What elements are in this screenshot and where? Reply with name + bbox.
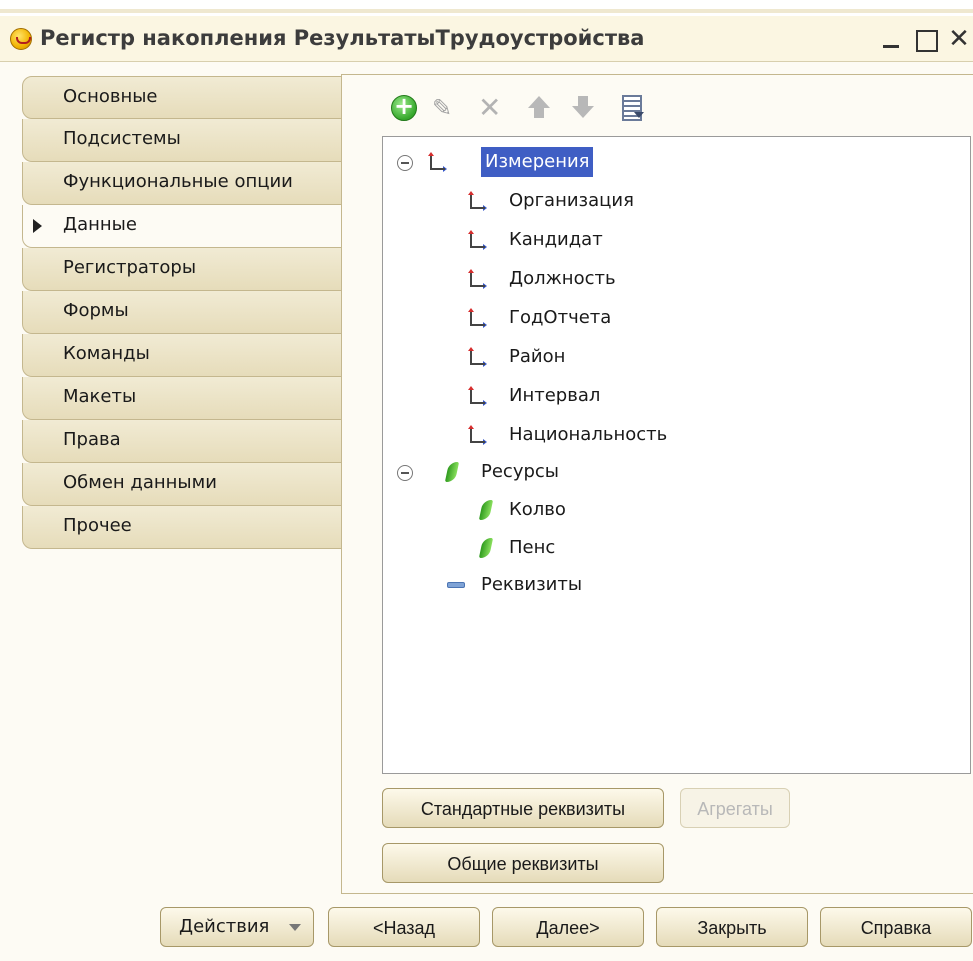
tab-label: Макеты (63, 386, 137, 407)
tab-templates[interactable]: Макеты (22, 377, 342, 420)
tab-label: Регистраторы (63, 257, 197, 278)
tab-data-exchange[interactable]: Обмен данными (22, 463, 342, 506)
dimension-icon (427, 152, 447, 172)
section-tabs: Основные Подсистемы Функциональные опции… (22, 76, 342, 549)
tab-label: Обмен данными (63, 472, 217, 493)
tree-group-label[interactable]: Реквизиты (481, 570, 582, 600)
maximize-button[interactable] (910, 22, 940, 56)
resource-icon (478, 538, 494, 558)
tab-subsystems[interactable]: Подсистемы (22, 119, 342, 162)
tab-functional-options[interactable]: Функциональные опции (22, 162, 342, 205)
standard-attributes-button[interactable]: Стандартные реквизиты (382, 788, 664, 828)
tree-item-label: Кандидат (509, 229, 603, 250)
window-top-edge (0, 0, 973, 16)
attribute-icon (447, 582, 465, 588)
tab-label: Основные (63, 86, 158, 107)
collapse-toggle-icon[interactable] (397, 155, 413, 171)
collapse-toggle-icon[interactable] (397, 465, 413, 481)
actions-dropdown-button[interactable]: Действия (160, 907, 314, 947)
dimension-icon (467, 386, 487, 406)
tab-rights[interactable]: Права (22, 420, 342, 463)
add-icon[interactable] (388, 92, 418, 124)
tree-item-label: Должность (509, 268, 616, 289)
close-button[interactable]: Закрыть (656, 907, 808, 947)
tree-item-label: Район (509, 346, 566, 367)
edit-icon[interactable]: ✎ (432, 92, 462, 124)
data-tree[interactable]: Измерения Организация Кандидат Должность… (382, 136, 971, 774)
tab-forms[interactable]: Формы (22, 291, 342, 334)
tab-label: Данные (63, 214, 137, 235)
tree-item-label: ГодОтчета (509, 307, 612, 328)
move-down-icon[interactable] (568, 92, 598, 124)
tree-item-label: Пенс (509, 537, 556, 558)
common-attributes-button[interactable]: Общие реквизиты (382, 843, 664, 883)
tree-item-label: Колво (509, 499, 566, 520)
app-logo-icon (10, 28, 32, 50)
tree-item-label: Национальность (509, 424, 668, 445)
minimize-button[interactable] (876, 22, 904, 56)
tab-other[interactable]: Прочее (22, 506, 342, 549)
dimension-icon (467, 191, 487, 211)
back-button[interactable]: <Назад (328, 907, 480, 947)
dimension-icon (467, 425, 487, 445)
tree-item-label: Организация (509, 190, 634, 211)
next-button[interactable]: Далее> (492, 907, 644, 947)
chevron-down-icon (289, 924, 301, 931)
tab-label: Права (63, 429, 121, 450)
title-bar[interactable]: Регистр накопления РезультатыТрудоустрой… (0, 16, 973, 62)
tree-item-label: Интервал (509, 385, 601, 406)
tree-group-label[interactable]: Ресурсы (481, 457, 559, 487)
dimension-icon (467, 269, 487, 289)
actions-label: Действия (179, 916, 270, 937)
help-button[interactable]: Справка (820, 907, 972, 947)
tab-label: Функциональные опции (63, 171, 293, 192)
dimension-icon (467, 347, 487, 367)
dimension-icon (467, 308, 487, 328)
dimension-icon (467, 230, 487, 250)
tab-label: Команды (63, 343, 150, 364)
resource-icon (444, 462, 460, 482)
tab-data[interactable]: Данные (22, 205, 342, 248)
tab-label: Подсистемы (63, 128, 181, 149)
tree-group-label[interactable]: Измерения (481, 147, 594, 177)
tab-registrars[interactable]: Регистраторы (22, 248, 342, 291)
sort-list-icon[interactable] (616, 92, 646, 124)
tab-label: Формы (63, 300, 129, 321)
designer-window: Регистр накопления РезультатыТрудоустрой… (0, 0, 973, 961)
tab-label: Прочее (63, 515, 132, 536)
aggregates-button[interactable]: Агрегаты (680, 788, 790, 828)
resource-icon (478, 500, 494, 520)
delete-icon[interactable]: ✕ (478, 92, 508, 124)
tab-basic[interactable]: Основные (22, 76, 342, 119)
close-window-button[interactable]: ✕ (944, 22, 973, 56)
active-tab-arrow-icon (33, 219, 42, 233)
tab-commands[interactable]: Команды (22, 334, 342, 377)
move-up-icon[interactable] (524, 92, 554, 124)
window-title: Регистр накопления РезультатыТрудоустрой… (40, 26, 645, 50)
